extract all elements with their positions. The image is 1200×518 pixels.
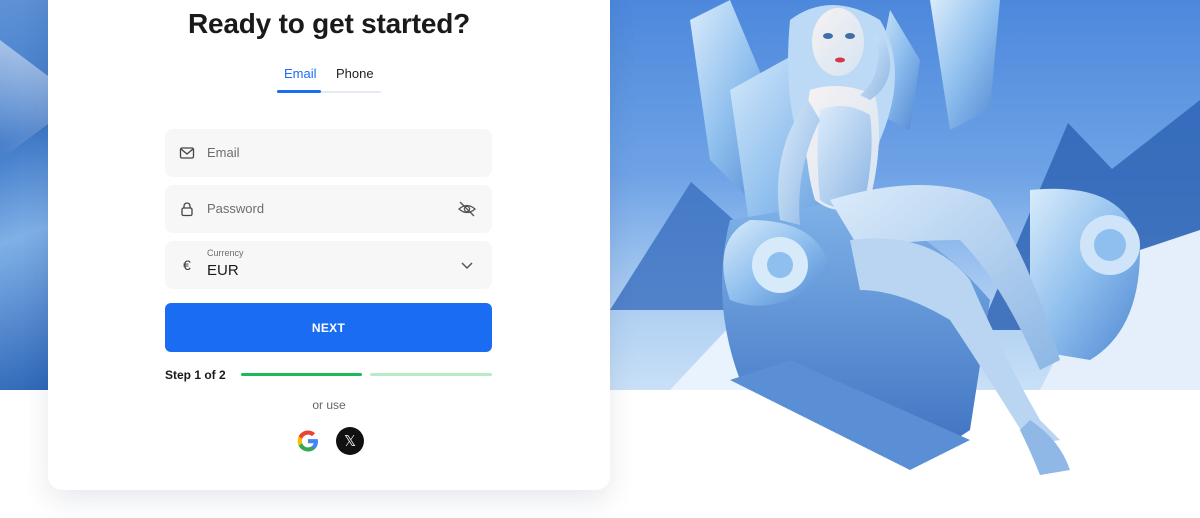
next-button[interactable]: NEXT (165, 303, 492, 352)
lock-icon (181, 202, 193, 217)
auth-method-tabs: Email Phone (277, 66, 381, 94)
step-indicator: Step 1 of 2 (165, 368, 226, 382)
tab-email[interactable]: Email (284, 66, 317, 81)
throne-scroll (1094, 229, 1126, 261)
currency-label: Currency (207, 248, 244, 258)
eye (823, 33, 833, 39)
euro-icon: € (183, 257, 191, 273)
ice-background-strip (0, 0, 48, 390)
currency-select[interactable]: € Currency EUR (165, 241, 492, 289)
tab-phone[interactable]: Phone (336, 66, 374, 81)
page-title: Ready to get started? (187, 8, 471, 39)
eye (845, 33, 855, 39)
or-use-label: or use (312, 398, 346, 412)
eye-off-icon[interactable] (457, 199, 477, 219)
x-login-button[interactable]: 𝕏 (336, 427, 364, 455)
face (812, 8, 864, 76)
email-field[interactable]: Email (165, 129, 492, 177)
chevron-down-icon (461, 262, 473, 270)
mail-icon (179, 147, 195, 159)
signup-card: Ready to get started? Email Phone Email … (48, 0, 610, 490)
ice-queen-illustration (690, 0, 1140, 475)
step-progress-1 (241, 373, 362, 376)
tab-active-indicator (277, 90, 321, 93)
password-placeholder: Password (207, 201, 265, 216)
password-field[interactable]: Password (165, 185, 492, 233)
x-icon: 𝕏 (343, 432, 357, 450)
throne-spike (930, 0, 1000, 130)
signup-page: Ready to get started? Email Phone Email … (0, 0, 1200, 518)
google-login-button[interactable] (294, 427, 322, 455)
throne-scroll (767, 252, 793, 278)
lips (835, 57, 845, 63)
email-placeholder: Email (207, 145, 240, 160)
google-icon (297, 430, 318, 452)
step-progress-2 (370, 373, 492, 376)
currency-value: EUR (207, 262, 239, 279)
